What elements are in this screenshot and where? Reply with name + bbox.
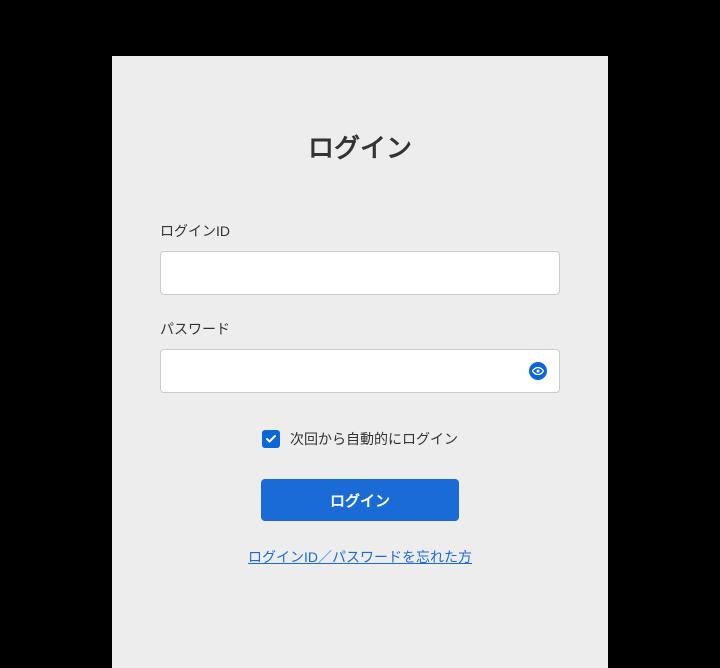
- password-input[interactable]: [160, 349, 560, 393]
- forgot-link[interactable]: ログインID／パスワードを忘れた方: [160, 547, 560, 567]
- toggle-password-visibility-button[interactable]: [526, 359, 550, 383]
- login-id-group: ログインID: [160, 221, 560, 295]
- login-card: ログイン ログインID パスワード 次回から自動的にログイン: [112, 56, 608, 668]
- password-group: パスワード: [160, 319, 560, 393]
- login-id-input[interactable]: [160, 251, 560, 295]
- auto-login-row: 次回から自動的にログイン: [160, 429, 560, 449]
- login-title: ログイン: [160, 128, 560, 165]
- auto-login-checkbox[interactable]: [262, 430, 280, 448]
- login-button[interactable]: ログイン: [261, 479, 459, 521]
- login-id-label: ログインID: [160, 221, 560, 241]
- eye-icon: [529, 362, 547, 380]
- auto-login-label[interactable]: 次回から自動的にログイン: [290, 429, 458, 449]
- password-wrapper: [160, 349, 560, 393]
- password-label: パスワード: [160, 319, 560, 339]
